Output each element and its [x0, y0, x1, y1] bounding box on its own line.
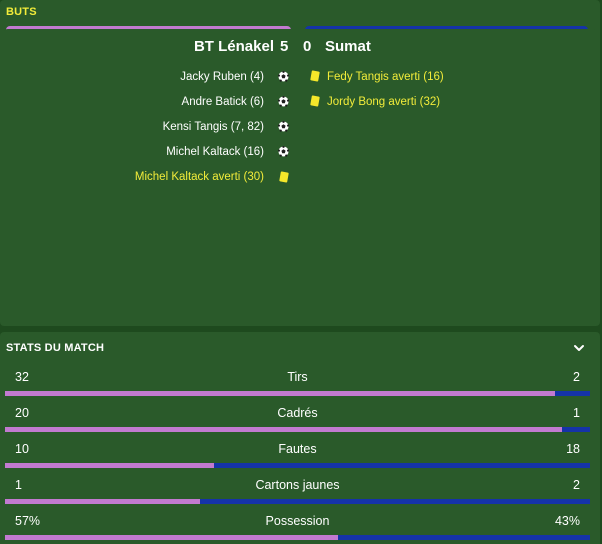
match-stats-panel: STATS DU MATCH 32 Tirs 2 20 Cadrés 1 10 …	[0, 332, 600, 544]
home-score: 5	[280, 38, 289, 55]
stat-comparison-bar	[5, 391, 590, 396]
stat-label: Possession	[265, 514, 330, 528]
home-team-name[interactable]: BT Lénakel	[194, 38, 274, 55]
ball-icon	[278, 121, 289, 132]
ball-icon	[278, 146, 289, 157]
stat-label: Tirs	[287, 370, 308, 384]
stat-row-fouls: 10 Fautes 18	[0, 438, 600, 474]
stat-label: Cadrés	[277, 406, 318, 420]
stats-section-title: STATS DU MATCH	[6, 342, 105, 354]
stat-comparison-bar	[5, 499, 590, 504]
away-event[interactable]: Jordy Bong averti (32)	[327, 95, 440, 109]
stat-label: Cartons jaunes	[255, 478, 340, 492]
home-event[interactable]: Kensi Tangis (7, 82)	[163, 120, 264, 134]
stat-label: Fautes	[278, 442, 317, 456]
chevron-down-icon[interactable]	[572, 341, 586, 355]
stat-row-on-target: 20 Cadrés 1	[0, 402, 600, 438]
stat-away-value: 43%	[554, 514, 580, 528]
stat-away-value: 18	[566, 442, 580, 456]
home-event[interactable]: Michel Kaltack (16)	[166, 145, 264, 159]
stat-row-shots: 32 Tirs 2	[0, 366, 600, 402]
home-event[interactable]: Michel Kaltack averti (30)	[135, 170, 264, 184]
stat-home-fill	[5, 463, 214, 468]
home-event[interactable]: Andre Batick (6)	[182, 95, 264, 109]
goals-card	[2, 29, 598, 324]
yellow-card-icon	[310, 70, 320, 82]
stat-comparison-bar	[5, 427, 590, 432]
home-event[interactable]: Jacky Ruben (4)	[180, 70, 264, 84]
stat-home-fill	[5, 427, 562, 432]
yellow-card-icon	[310, 95, 320, 107]
goals-section-title: BUTS	[6, 6, 37, 18]
goals-panel: BUTS BT Lénakel 5 0 Sumat Jacky Ruben (4…	[0, 0, 600, 326]
stat-row-possession: 57% Possession 43%	[0, 510, 600, 544]
yellow-card-icon	[279, 171, 289, 183]
stat-home-fill	[5, 391, 556, 396]
stat-comparison-bar	[5, 535, 590, 540]
stat-away-value: 2	[573, 370, 580, 384]
away-team-name[interactable]: Sumat	[325, 38, 371, 55]
stat-home-fill	[5, 499, 200, 504]
ball-icon	[278, 71, 289, 82]
stat-comparison-bar	[5, 463, 590, 468]
ball-icon	[278, 96, 289, 107]
stat-away-value: 1	[573, 406, 580, 420]
stat-away-value: 2	[573, 478, 580, 492]
away-score: 0	[303, 38, 312, 55]
away-event[interactable]: Fedy Tangis averti (16)	[327, 70, 444, 84]
stat-home-fill	[5, 535, 339, 540]
stat-row-yellow-cards: 1 Cartons jaunes 2	[0, 474, 600, 510]
